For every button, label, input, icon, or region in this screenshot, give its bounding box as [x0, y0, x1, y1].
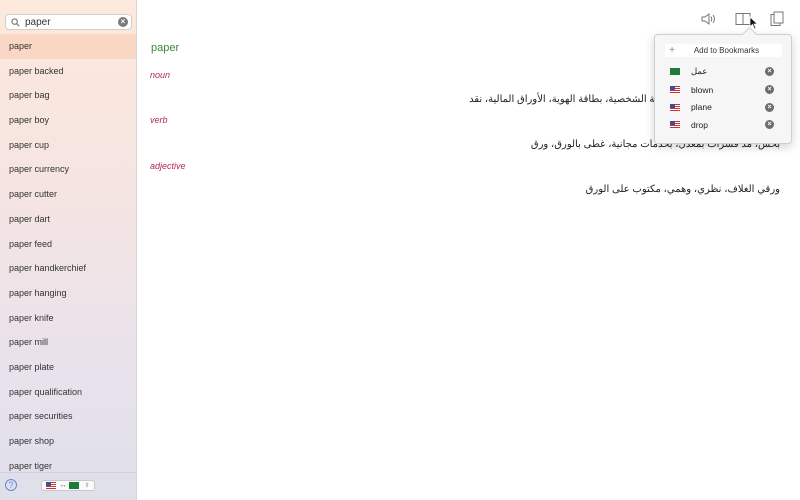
word-list-item[interactable]: paper hanging	[0, 281, 136, 306]
headword: paper	[151, 42, 180, 54]
swap-arrows-icon: ↔	[59, 482, 67, 489]
word-list-item[interactable]: paper bag	[0, 83, 136, 108]
remove-bookmark-icon[interactable]: ×	[765, 120, 774, 130]
word-list-item[interactable]: paper dart	[0, 207, 136, 232]
language-pair-select[interactable]: ↔ ⇳	[41, 480, 95, 491]
word-list-item[interactable]: paper feed	[0, 232, 136, 257]
search-input[interactable]	[21, 15, 118, 29]
us-flag-icon	[670, 86, 680, 94]
copy-icon[interactable]	[768, 10, 786, 28]
definition: ورقي الغلاف، نظري، وهمي، مكتوب على الورق	[585, 184, 780, 195]
sidebar-footer: ? ↔ ⇳	[0, 472, 136, 500]
toolbar	[700, 10, 786, 28]
word-list-item[interactable]: paper qualification	[0, 380, 136, 405]
word-list: paper paper backed paper bag paper boy paper…	[0, 34, 136, 478]
bookmark-word: drop	[691, 119, 709, 130]
word-list-item[interactable]: paper securities	[0, 404, 136, 429]
word-list-item[interactable]: paper plate	[0, 355, 136, 380]
speaker-icon[interactable]	[700, 10, 718, 28]
plus-icon: +	[669, 45, 675, 56]
word-list-item[interactable]: paper boy	[0, 108, 136, 133]
search-field[interactable]: ×	[5, 14, 132, 30]
word-list-item[interactable]: paper currency	[0, 157, 136, 182]
word-list-item[interactable]: paper knife	[0, 306, 136, 331]
word-list-item[interactable]: paper handkerchief	[0, 256, 136, 281]
remove-bookmark-icon[interactable]: ×	[765, 85, 774, 95]
bookmark-item[interactable]: blown ×	[655, 81, 793, 99]
word-list-item[interactable]: paper cup	[0, 133, 136, 158]
add-to-bookmarks-label: Add to Bookmarks	[693, 46, 760, 55]
add-to-bookmarks-button[interactable]: + Add to Bookmarks	[665, 44, 782, 57]
us-flag-icon	[670, 121, 680, 129]
bookmark-word: عمل	[691, 66, 708, 77]
search-icon	[10, 17, 21, 28]
chevron-updown-icon: ⇳	[84, 483, 90, 489]
cursor-icon	[749, 16, 759, 30]
bookmark-item[interactable]: plane ×	[655, 98, 793, 116]
word-list-item[interactable]: paper backed	[0, 59, 136, 84]
help-icon[interactable]: ?	[5, 479, 17, 491]
bookmark-word: plane	[691, 102, 712, 113]
word-list-item[interactable]: paper cutter	[0, 182, 136, 207]
bookmark-item[interactable]: drop ×	[655, 116, 793, 134]
us-flag-icon	[46, 482, 57, 489]
pos-label: adjective	[150, 161, 186, 171]
bookmark-list: عمل × blown × plane × drop ×	[655, 63, 793, 134]
remove-bookmark-icon[interactable]: ×	[765, 102, 774, 112]
pos-label: noun	[150, 70, 171, 80]
word-list-item[interactable]: paper mill	[0, 330, 136, 355]
bookmark-word: blown	[691, 84, 714, 95]
bookmarks-popover: + Add to Bookmarks عمل × blown × plane × drop ×	[654, 34, 792, 144]
word-list-item[interactable]: paper shop	[0, 429, 136, 454]
word-list-item[interactable]: paper	[0, 34, 136, 59]
sidebar: × paperpaper backedpaper bagpaper boypap…	[0, 0, 137, 500]
bookmark-item[interactable]: عمل ×	[655, 63, 793, 81]
pos-label: verb	[150, 115, 168, 125]
us-flag-icon	[670, 103, 680, 111]
remove-bookmark-icon[interactable]: ×	[765, 67, 774, 77]
sa-flag-icon	[670, 68, 680, 76]
sa-flag-icon	[69, 482, 80, 489]
clear-icon[interactable]: ×	[118, 17, 128, 27]
